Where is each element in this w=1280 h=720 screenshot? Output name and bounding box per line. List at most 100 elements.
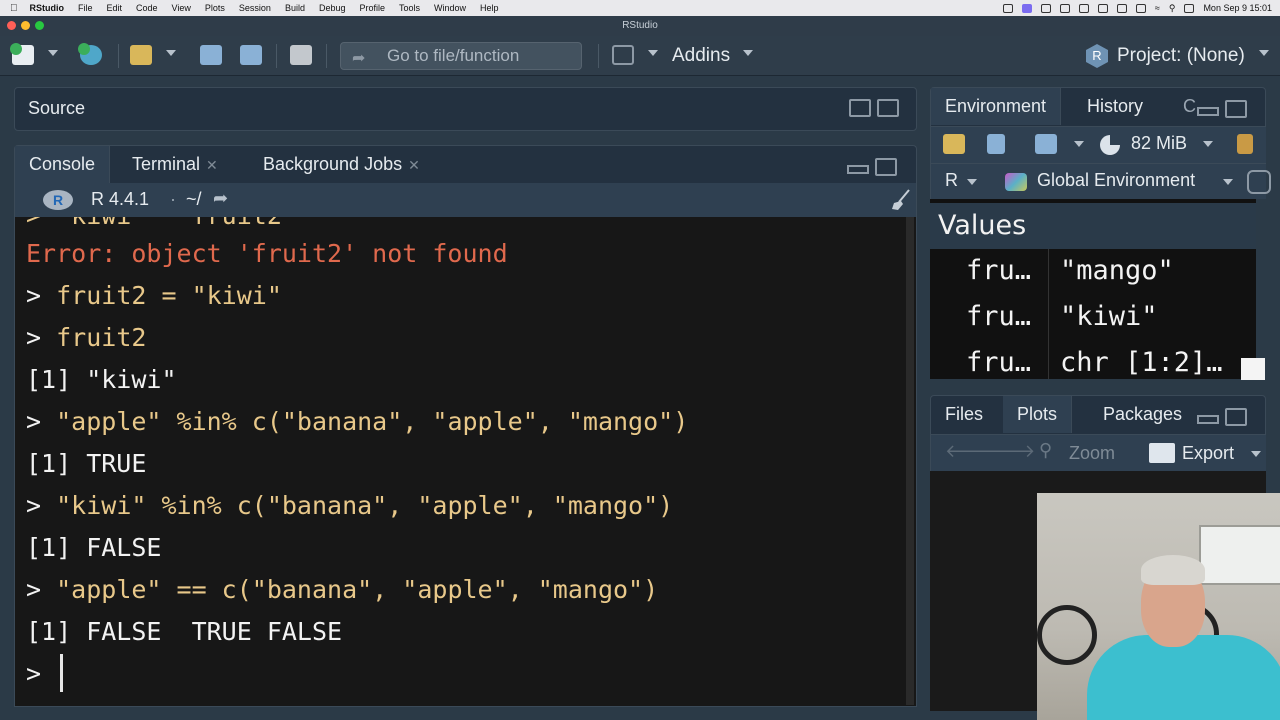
minimize-pane-icon[interactable] [1197,408,1219,426]
save-workspace-icon[interactable] [987,134,1005,154]
maximize-pane-icon[interactable] [877,99,899,117]
chevron-down-icon[interactable] [1259,50,1269,56]
menu-build[interactable]: Build [285,3,305,13]
maximize-pane-icon[interactable] [1225,408,1247,426]
environment-tabbar: Environment History C [930,87,1266,127]
restore-pane-icon[interactable] [849,99,871,117]
next-plot-icon[interactable]: 🡒 [987,441,1035,462]
scope-selector[interactable]: Global Environment [1037,170,1195,191]
chevron-down-icon[interactable] [967,179,977,185]
tab-environment[interactable]: Environment [931,88,1062,125]
toolbar-separator [118,44,119,68]
status-icon[interactable] [1002,3,1013,13]
tab-packages[interactable]: Packages [1089,396,1196,433]
menu-edit[interactable]: Edit [107,3,123,13]
status-icon[interactable] [1078,3,1089,13]
tab-label: Plots [1017,404,1058,424]
tab-terminal[interactable]: Terminal ✕ [118,146,232,183]
zoom-icon[interactable]: ⚲ [1039,440,1052,461]
status-icon[interactable] [1135,3,1146,13]
values-section-header[interactable]: Values [930,203,1256,249]
open-folder-icon[interactable] [130,45,152,65]
save-icon[interactable] [200,45,222,65]
status-icon[interactable] [1040,3,1051,13]
memory-pie-icon [1100,135,1120,155]
chevron-down-icon[interactable] [48,50,58,56]
chevron-down-icon[interactable] [743,50,753,56]
tab-plots[interactable]: Plots [1003,396,1073,433]
menubar-clock[interactable]: Mon Sep 9 15:01 [1203,3,1272,13]
macos-menubar:  RStudio File Edit Code View Plots Sess… [0,0,1280,16]
environment-row[interactable]: fru… "kiwi" [930,295,1256,341]
go-to-directory-icon[interactable]: ➦ [213,188,228,209]
environment-scrollbar[interactable] [1256,199,1266,379]
folder-icon[interactable] [1059,3,1070,13]
status-icon[interactable] [1097,3,1108,13]
tab-history[interactable]: History [1073,88,1157,125]
menu-app-name[interactable]: RStudio [30,3,65,13]
new-project-icon[interactable] [78,43,102,65]
variable-name: fru… [966,255,1032,286]
menu-debug[interactable]: Debug [319,3,346,13]
chevron-down-icon[interactable] [1203,141,1213,147]
console-output-line: [1] TRUE [26,449,147,478]
menu-session[interactable]: Session [239,3,271,13]
zoom-button[interactable]: Zoom [1069,443,1115,464]
menu-file[interactable]: File [78,3,93,13]
grid-layout-icon[interactable] [612,45,634,65]
minimize-pane-icon[interactable] [847,158,869,176]
console-output[interactable]: > "kiwi" fruit2 Error: object 'fruit2' n… [14,217,917,707]
chevron-down-icon[interactable] [648,50,658,56]
environment-row[interactable]: fru… chr [1:2]… [930,341,1256,379]
console-scrollbar[interactable] [906,217,914,705]
environment-row[interactable]: fru… "mango" [930,249,1256,295]
chevron-down-icon[interactable] [166,50,176,56]
print-icon[interactable] [290,45,312,65]
apple-icon[interactable]:  [10,3,18,14]
plus-icon [10,43,22,55]
console-input-text: fruit2 [56,323,147,352]
minimize-pane-icon[interactable] [1197,100,1219,118]
goto-file-function-input[interactable]: Go to file/function [340,42,582,70]
menu-window[interactable]: Window [434,3,466,13]
environment-toolbar: 82 MiB [930,127,1266,163]
wifi-icon[interactable]: ≈ [1155,3,1160,13]
save-all-icon[interactable] [240,45,262,65]
menu-tools[interactable]: Tools [399,3,420,13]
clear-console-icon[interactable] [891,189,911,211]
separator-dot: · [170,189,176,209]
addins-menu[interactable]: Addins [672,45,730,67]
close-tab-icon[interactable]: ✕ [408,157,420,173]
console-output-line: [1] FALSE [26,533,162,562]
control-center-icon[interactable] [1184,3,1195,13]
status-icon[interactable] [1116,3,1127,13]
menu-code[interactable]: Code [136,3,158,13]
new-file-icon[interactable] [10,43,34,65]
menu-profile[interactable]: Profile [360,3,386,13]
clear-objects-broom-icon[interactable] [1237,134,1253,154]
chevron-down-icon[interactable] [1223,179,1233,185]
chevron-down-icon[interactable] [1251,451,1261,457]
language-selector[interactable]: R [945,170,958,191]
tab-files[interactable]: Files [931,396,997,433]
memory-usage[interactable]: 82 MiB [1131,133,1187,154]
chevron-down-icon[interactable] [1074,141,1084,147]
maximize-pane-icon[interactable] [1225,100,1247,118]
menu-plots[interactable]: Plots [205,3,225,13]
environment-list: Values fru… "mango" fru… "kiwi" fru… chr… [930,199,1256,379]
tab-background-jobs[interactable]: Background Jobs ✕ [249,146,434,183]
restore-pane-icon[interactable] [875,158,897,176]
menu-help[interactable]: Help [480,3,499,13]
export-menu[interactable]: Export [1182,443,1234,464]
close-tab-icon[interactable]: ✕ [206,157,218,173]
menu-view[interactable]: View [172,3,191,13]
import-dataset-icon[interactable] [1035,134,1057,154]
status-icon[interactable] [1021,3,1032,13]
resize-corner[interactable] [1241,358,1265,380]
console-current-prompt[interactable]: > [26,659,41,688]
search-icon[interactable]: ⚲ [1169,3,1176,14]
search-environment-field[interactable] [1247,170,1271,194]
load-workspace-icon[interactable] [943,134,965,154]
tab-console[interactable]: Console [15,146,111,183]
project-menu[interactable]: Project: (None) [1117,45,1245,67]
